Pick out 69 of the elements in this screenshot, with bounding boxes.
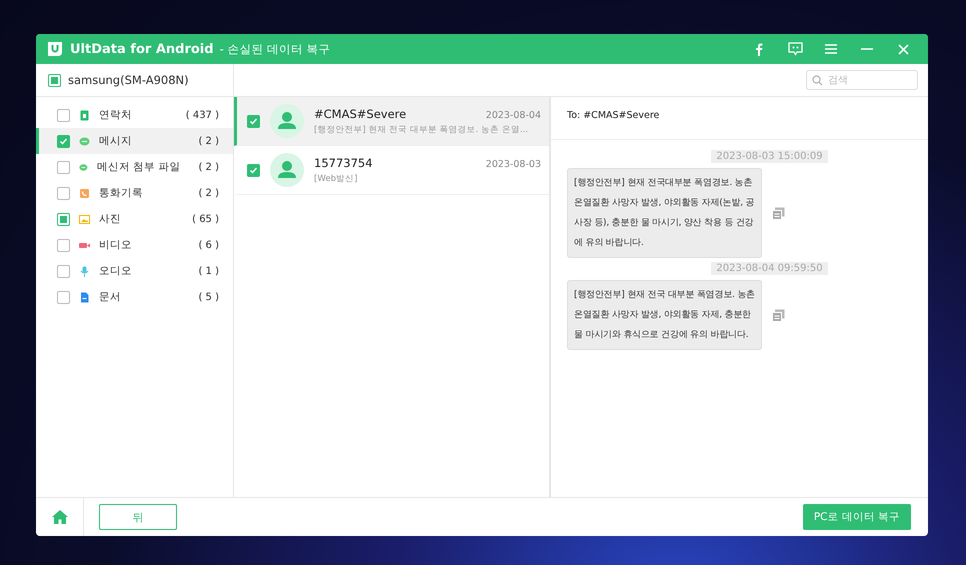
- checkbox[interactable]: [57, 186, 70, 200]
- category-count: ( 2 ): [198, 136, 219, 146]
- checkbox[interactable]: [57, 264, 70, 278]
- category-count: ( 2 ): [198, 162, 219, 172]
- message-thread[interactable]: #CMAS#Severe 2023-08-04 [행정안전부] 현재 전국 대부분 폭염경보. 농촌 온열...: [234, 97, 549, 146]
- category-count: ( 65 ): [192, 214, 219, 224]
- thread-name: #CMAS#Severe: [314, 106, 406, 120]
- home-icon: [52, 510, 68, 524]
- phone-icon: [79, 188, 90, 198]
- thread-preview: [행정안전부] 현재 전국 대부분 폭염경보. 농촌 온열...: [314, 124, 530, 136]
- avatar-icon: [270, 153, 304, 187]
- category-label: 비디오: [99, 238, 132, 252]
- checkbox[interactable]: [48, 74, 61, 86]
- checkmark-icon: [59, 136, 68, 146]
- avatar-icon: [270, 104, 304, 138]
- category-count: ( 6 ): [198, 240, 219, 250]
- app-title: UltData for Android: [70, 42, 214, 56]
- checkmark-icon: [249, 116, 258, 126]
- checkbox[interactable]: [57, 134, 70, 148]
- message-bubble: [행정안전부] 현재 전국대부분 폭염경보. 농촌 온열질환 사망자 발생, 야외활동 자제(논밭, 공사장 등), 충분한 물 마시기, 양산 착용 등 건강에 유의 바랍니다.: [567, 168, 762, 258]
- microphone-icon: [79, 266, 90, 276]
- thread-date: 2023-08-04: [486, 110, 541, 120]
- category-item[interactable]: 사진 ( 65 ): [36, 206, 233, 232]
- category-label: 문서: [99, 290, 121, 304]
- category-label: 메시지: [99, 134, 132, 148]
- category-label: 사진: [99, 212, 121, 226]
- message-timestamp: 2023-08-04 09:59:50: [711, 262, 828, 275]
- home-button[interactable]: [36, 498, 84, 536]
- category-item[interactable]: 통화기록 ( 2 ): [36, 180, 233, 206]
- thread-preview: [Web발신]: [314, 172, 358, 184]
- contact-book-icon: [79, 110, 90, 120]
- message-timestamp: 2023-08-03 15:00:09: [711, 150, 828, 163]
- image-icon: [79, 214, 90, 224]
- document-icon: [79, 292, 90, 302]
- category-count: ( 5 ): [198, 292, 219, 302]
- window-subtitle: - 손실된 데이터 복구: [220, 42, 331, 56]
- message-bubble: [행정안전부] 현재 전국 대부분 폭염경보. 농촌 온열질환 사망자 발생, 야외활동 자제, 충분한 물 마시기와 휴식으로 건강에 유의 바랍니다.: [567, 280, 762, 350]
- category-item[interactable]: 메신저 첨부 파일 ( 2 ): [36, 154, 233, 180]
- thread-name: 15773754: [314, 156, 373, 170]
- copy-icon[interactable]: [772, 206, 785, 220]
- checkbox[interactable]: [57, 212, 70, 226]
- checkmark-icon: [249, 166, 258, 174]
- category-item[interactable]: 메시지 ( 2 ): [36, 128, 233, 154]
- checkbox[interactable]: [247, 164, 260, 176]
- category-item[interactable]: 연락처 ( 437 ): [36, 102, 233, 128]
- category-label: 통화기록: [99, 186, 143, 200]
- thread-date: 2023-08-03: [486, 158, 541, 170]
- category-count: ( 2 ): [198, 188, 219, 198]
- search-icon: [812, 75, 823, 86]
- search-field[interactable]: 검색: [806, 70, 918, 90]
- category-label: 연락처: [99, 108, 132, 122]
- copy-icon[interactable]: [772, 308, 785, 322]
- checkbox[interactable]: [247, 114, 260, 128]
- chat-bubble-icon: [79, 162, 88, 172]
- device-name: samsung(SM-A908N): [68, 73, 189, 87]
- recipient-label: To: #CMAS#Severe: [567, 110, 660, 121]
- category-label: 오디오: [99, 264, 132, 278]
- category-label: 메신저 첨부 파일: [96, 160, 180, 174]
- category-count: ( 437 ): [186, 110, 219, 120]
- checkbox[interactable]: [57, 290, 70, 304]
- chat-bubble-icon: [79, 136, 90, 146]
- checkbox[interactable]: [57, 160, 70, 174]
- checkbox[interactable]: [57, 108, 70, 122]
- category-count: ( 1 ): [198, 266, 219, 276]
- category-item[interactable]: 오디오 ( 1 ): [36, 258, 233, 284]
- category-item[interactable]: 비디오 ( 6 ): [36, 232, 233, 258]
- category-item[interactable]: 문서 ( 5 ): [36, 284, 233, 310]
- app-logo-icon: [46, 40, 64, 58]
- checkbox[interactable]: [57, 238, 70, 252]
